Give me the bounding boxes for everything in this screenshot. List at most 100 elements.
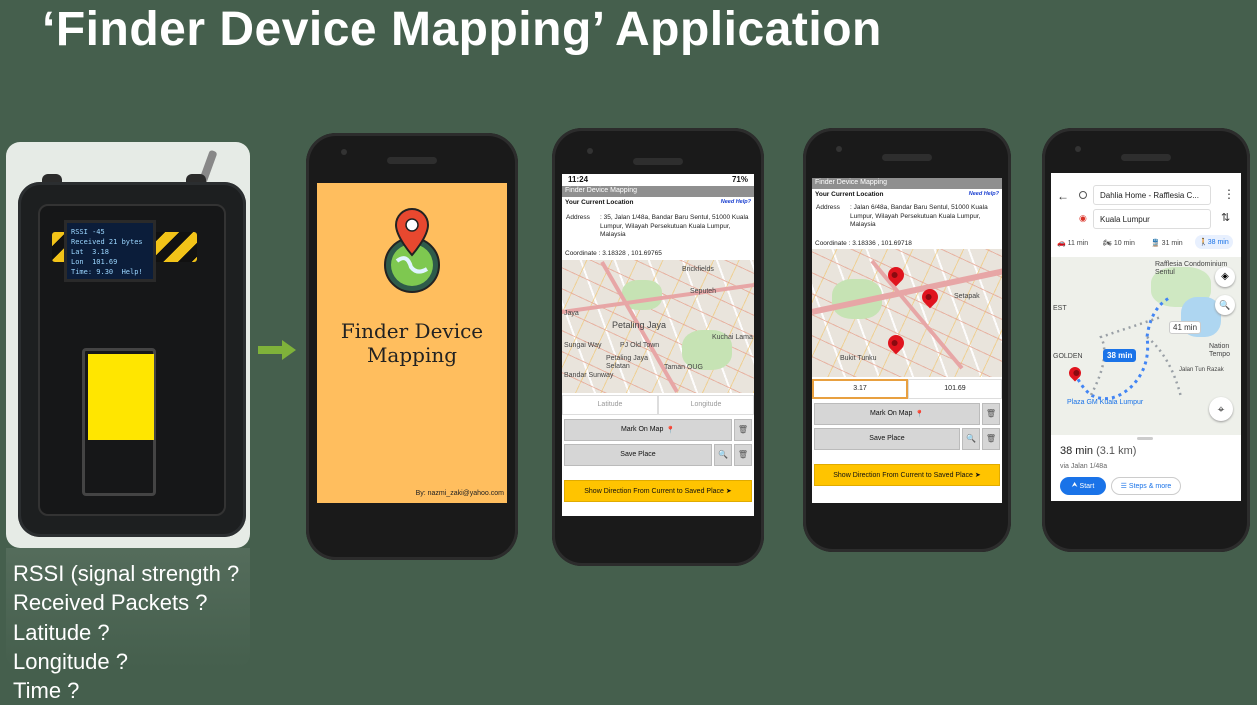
coordinate-text: Coordinate : 3.18336 , 101.69718 — [815, 239, 912, 247]
search-icon[interactable]: 🔍 — [1215, 295, 1235, 315]
mode-time: 10 min — [1113, 240, 1135, 247]
duration-value: 38 min — [1060, 445, 1094, 457]
show-direction-button[interactable]: Show Direction From Current to Saved Pla… — [564, 479, 752, 502]
section-title: Your Current Location — [815, 191, 884, 198]
earpiece — [882, 154, 932, 161]
latitude-input[interactable]: Latitude — [562, 394, 658, 415]
phone-directions: ← Dahlia Home - Rafflesia C... ⋮ ◉ Kuala… — [1042, 128, 1250, 552]
destination-input[interactable]: Kuala Lumpur — [1093, 209, 1211, 229]
longitude-input[interactable]: Longitude — [658, 394, 754, 415]
trash-icon[interactable]: 🗑 — [734, 418, 752, 441]
map-marker-icon[interactable] — [884, 331, 908, 354]
drag-handle[interactable] — [1137, 437, 1153, 440]
splash-title-line: Mapping — [366, 343, 458, 367]
route-time-chip[interactable]: 38 min — [1103, 349, 1137, 362]
question-longitude: Longitude ? — [13, 649, 128, 674]
mode-drive[interactable]: 🚗 11 min — [1057, 239, 1088, 247]
origin-dot-icon — [1079, 191, 1087, 199]
question-packets: Received Packets ? — [13, 590, 208, 615]
alt-route-chip[interactable]: 41 min — [1169, 321, 1202, 334]
mark-on-map-label: Mark On Map — [869, 410, 913, 417]
oled-line: Lat 3.18 — [71, 248, 109, 256]
splash-title-line: Finder Device — [340, 319, 484, 343]
list-icon: ☰ — [1120, 483, 1129, 490]
search-icon[interactable]: 🔍 — [962, 427, 980, 450]
origin-input[interactable]: Dahlia Home - Rafflesia C... — [1093, 185, 1211, 205]
mark-on-map-label: Mark On Map — [620, 426, 664, 433]
my-location-icon[interactable]: ⌖ — [1209, 397, 1233, 421]
map-label: Jaya — [564, 309, 579, 317]
highway — [870, 259, 964, 370]
map-label: Brickfields — [682, 265, 714, 273]
location-header: Your Current Location Need Help? — [812, 189, 1002, 200]
earpiece — [633, 158, 683, 165]
start-button[interactable]: ⮝ Start — [1060, 477, 1106, 495]
address-value: : 35, Jalan 1/48a, Bandar Baru Sentul, 5… — [600, 214, 749, 238]
latitude-input[interactable]: 3.17 — [812, 378, 908, 399]
steps-label: Steps & more — [1128, 482, 1172, 490]
map-label: Bukit Tunku — [840, 354, 877, 362]
trash-icon[interactable]: 🗑 — [734, 443, 752, 466]
mark-on-map-button[interactable]: Mark On Map 📍 — [564, 418, 732, 441]
mode-motorcycle[interactable]: 🏍 10 min — [1103, 239, 1135, 247]
directions-screen: ← Dahlia Home - Rafflesia C... ⋮ ◉ Kuala… — [1051, 173, 1241, 501]
map-view[interactable]: Rafflesia Condominium Sentul EST GOLDEN … — [1051, 257, 1241, 435]
help-link[interactable]: Need Help? — [721, 199, 751, 206]
question-time: Time ? — [13, 678, 80, 703]
layers-icon[interactable]: ◈ — [1215, 267, 1235, 287]
save-place-button[interactable]: Save Place — [564, 443, 712, 466]
mark-on-map-button[interactable]: Mark On Map 📍 — [814, 402, 980, 425]
oled-display: RSSI -45 Received 21 bytes Lat 3.18 Lon 101… — [64, 220, 156, 282]
more-options-icon[interactable]: ⋮ — [1223, 187, 1235, 201]
yellow-battery — [88, 354, 154, 440]
trash-icon[interactable]: 🗑 — [982, 427, 1000, 450]
earpiece — [1121, 154, 1171, 161]
section-title: Your Current Location — [565, 199, 634, 206]
swap-icon[interactable]: ⇅ — [1221, 211, 1230, 224]
map-label: Sungai Way — [564, 341, 602, 349]
oled-line: Received 21 bytes — [71, 238, 143, 246]
mode-transit[interactable]: 🚆 31 min — [1151, 239, 1183, 247]
oled-line: Lon 101.69 — [71, 258, 118, 266]
back-arrow-icon[interactable]: ← — [1057, 189, 1069, 203]
phone-app-main: 11:24 71% Finder Device Mapping Your Cur… — [552, 128, 764, 566]
mode-time: 31 min — [1161, 240, 1183, 247]
search-icon[interactable]: 🔍 — [714, 443, 732, 466]
longitude-input[interactable]: 101.69 — [908, 378, 1002, 399]
save-place-button[interactable]: Save Place — [814, 427, 960, 450]
question-rssi: RSSI (signal strength ? — [13, 561, 240, 586]
page-title: ‘Finder Device Mapping’ Application — [42, 3, 882, 56]
phone-app-markers: Finder Device Mapping Your Current Locat… — [803, 128, 1011, 552]
location-header: Your Current Location Need Help? — [562, 197, 754, 208]
steps-button[interactable]: ☰ Steps & more — [1111, 477, 1181, 495]
train-icon: 🚆 — [1151, 240, 1162, 247]
navigation-icon: ⮝ — [1071, 482, 1080, 489]
pin-icon: 📍 — [666, 426, 676, 434]
map-label: Petaling Jaya — [612, 319, 667, 330]
help-link[interactable]: Need Help? — [969, 191, 999, 198]
earpiece — [387, 157, 437, 164]
map-view[interactable]: Setapak Bukit Tunku — [812, 248, 1002, 377]
show-direction-button[interactable]: Show Direction From Current to Saved Pla… — [814, 463, 1000, 486]
phone-splash: Finder Device Mapping By: nazmi_zaki@yah… — [306, 133, 518, 560]
address-label: Address — [816, 204, 840, 211]
route-summary: 38 min (3.1 km) via Jalan 1/48a ⮝ Start … — [1051, 435, 1241, 501]
arrow-right-icon — [258, 340, 296, 360]
device-photo: RSSI -45 Received 21 bytes Lat 3.18 Lon 101… — [6, 142, 250, 548]
mode-walk[interactable]: 🚶38 min — [1195, 235, 1233, 249]
question-latitude: Latitude ? — [13, 620, 110, 645]
map-label: Jalan Tun Razak — [1179, 367, 1224, 373]
start-label: Start — [1079, 482, 1095, 490]
address-value: : Jalan 6/48a, Bandar Baru Sentul, 51000… — [850, 204, 988, 228]
status-bar: 11:24 71% — [562, 174, 754, 186]
mode-time: 11 min — [1067, 240, 1089, 247]
address-row: Address : Jalan 6/48a, Bandar Baru Sentu… — [812, 200, 1002, 230]
oled-line: Time: 9.30 Help! — [71, 268, 143, 276]
walk-icon: 🚶 — [1199, 239, 1208, 246]
trash-icon[interactable]: 🗑 — [982, 402, 1000, 425]
map-view[interactable]: Brickfields Seputeh Petaling Jaya Kuchai… — [562, 259, 754, 393]
mode-time: 38 min — [1207, 239, 1229, 246]
map-label: GOLDEN — [1053, 353, 1083, 360]
destination-pin-icon: ◉ — [1079, 213, 1087, 223]
battery-level: 71% — [731, 175, 748, 184]
